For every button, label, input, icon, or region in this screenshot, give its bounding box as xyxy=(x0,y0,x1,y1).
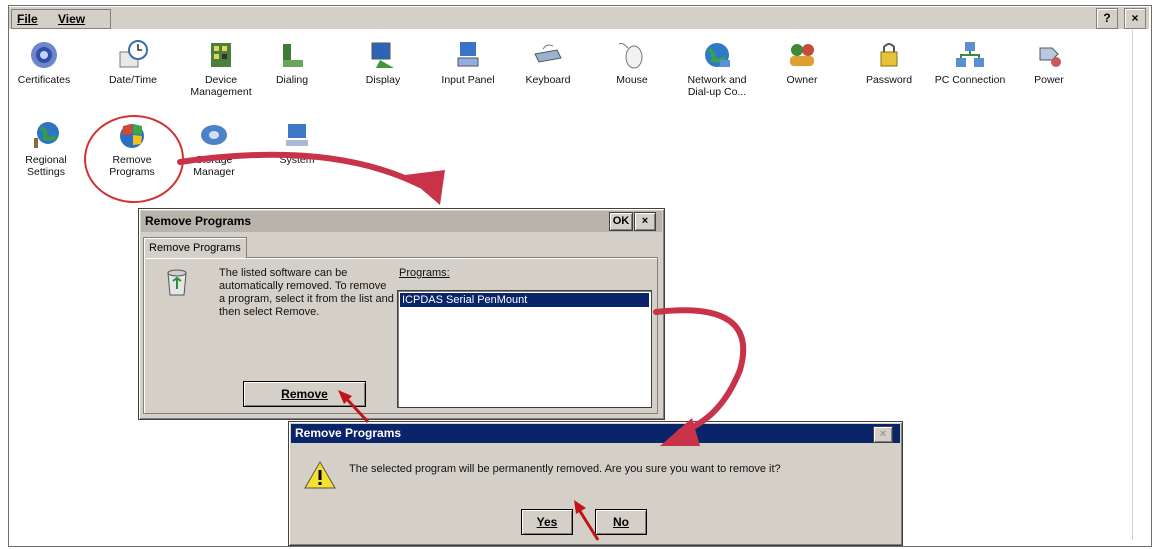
cp-item-pc-connection[interactable]: PC Connection xyxy=(930,38,1010,86)
cp-item-label: Date/Time xyxy=(108,74,158,86)
cp-item-display[interactable]: Display xyxy=(343,38,423,86)
highlight-circle xyxy=(84,115,184,203)
help-button[interactable]: ? xyxy=(1096,8,1118,29)
programs-list[interactable]: ICPDAS Serial PenMount xyxy=(397,290,652,408)
cp-item-label: Device Management xyxy=(190,74,252,98)
view-menu[interactable]: View xyxy=(58,12,85,26)
cp-item-label: Power xyxy=(1034,74,1064,86)
date-time-icon xyxy=(119,40,148,68)
ok-button[interactable]: OK xyxy=(609,212,633,231)
cp-item-label: Mouse xyxy=(616,74,648,86)
network-icon xyxy=(705,43,730,67)
cp-item-label: PC Connection xyxy=(934,74,1006,86)
list-item[interactable]: ICPDAS Serial PenMount xyxy=(400,293,649,307)
pc-connection-icon xyxy=(956,42,984,67)
tab-remove-programs[interactable]: Remove Programs xyxy=(143,237,247,258)
remove-programs-dialog: Remove Programs OK × Remove Programs The… xyxy=(138,208,665,420)
cp-item-storage-manager[interactable]: Storage Manager xyxy=(174,118,254,178)
mouse-icon xyxy=(618,43,643,69)
device-management-icon xyxy=(211,43,231,67)
programs-label: Programs: xyxy=(399,267,450,279)
dialog-close-button[interactable]: × xyxy=(634,212,656,231)
cp-item-regional-settings[interactable]: Regional Settings xyxy=(6,118,86,178)
cp-item-owner[interactable]: Owner xyxy=(762,38,842,86)
recycle-bin-icon xyxy=(167,269,187,296)
file-menu[interactable]: File xyxy=(17,12,38,26)
display-icon xyxy=(371,42,394,68)
cp-item-mouse[interactable]: Mouse xyxy=(592,38,672,86)
cp-item-label: Storage Manager xyxy=(193,154,235,178)
remove-button[interactable]: Remove xyxy=(243,381,366,407)
panel-divider xyxy=(1132,30,1133,540)
cp-item-label: Regional Settings xyxy=(25,154,67,178)
cp-item-input-panel[interactable]: Input Panel xyxy=(428,38,508,86)
certificates-icon xyxy=(31,42,57,68)
storage-manager-icon xyxy=(201,125,227,145)
cp-item-label: Keyboard xyxy=(525,74,571,86)
cp-item-network[interactable]: Network and Dial-up Co... xyxy=(677,38,757,98)
cp-item-label: Dialing xyxy=(275,74,309,86)
cp-item-label: Network and Dial-up Co... xyxy=(687,74,747,98)
cp-item-password[interactable]: Password xyxy=(849,38,929,86)
keyboard-icon xyxy=(534,44,562,63)
cp-item-label: Certificates xyxy=(17,74,71,86)
close-button[interactable]: × xyxy=(1124,8,1146,29)
no-button[interactable]: No xyxy=(595,509,647,535)
yes-button[interactable]: Yes xyxy=(521,509,573,535)
cp-item-dialing[interactable]: Dialing xyxy=(252,38,332,86)
cp-item-label: Input Panel xyxy=(441,74,495,86)
cp-item-label: System xyxy=(279,154,315,166)
confirm-close-button[interactable]: × xyxy=(873,426,893,443)
power-icon xyxy=(1039,47,1061,67)
regional-settings-icon xyxy=(34,122,59,148)
input-panel-icon xyxy=(457,42,479,67)
cp-item-system[interactable]: System xyxy=(257,118,337,166)
confirm-title-bar: Remove Programs xyxy=(291,424,900,443)
dialog-title: Remove Programs xyxy=(145,214,252,228)
cp-item-power[interactable]: Power xyxy=(1009,38,1089,86)
cp-item-certificates[interactable]: Certificates xyxy=(4,38,84,86)
dialing-icon xyxy=(283,44,303,67)
confirm-title: Remove Programs xyxy=(295,426,402,440)
menu-bar: File View ? × xyxy=(9,7,1149,29)
confirm-message: The selected program will be permanently… xyxy=(349,463,781,475)
cp-item-label: Owner xyxy=(786,74,818,86)
remove-description: The listed software can be automatically… xyxy=(219,267,394,318)
cp-item-label: Password xyxy=(865,74,913,86)
system-icon xyxy=(286,124,308,146)
owner-icon xyxy=(790,44,814,66)
password-icon xyxy=(880,43,898,67)
warning-icon xyxy=(304,460,336,489)
confirm-dialog: Remove Programs × The selected program w… xyxy=(288,421,903,546)
cp-item-label: Display xyxy=(365,74,401,86)
cp-item-device-management[interactable]: Device Management xyxy=(181,38,261,98)
cp-item-date-time[interactable]: Date/Time xyxy=(93,38,173,86)
menu-group: File View xyxy=(11,9,111,29)
dialog-title-bar: Remove Programs xyxy=(141,211,662,232)
cp-item-keyboard[interactable]: Keyboard xyxy=(508,38,588,86)
